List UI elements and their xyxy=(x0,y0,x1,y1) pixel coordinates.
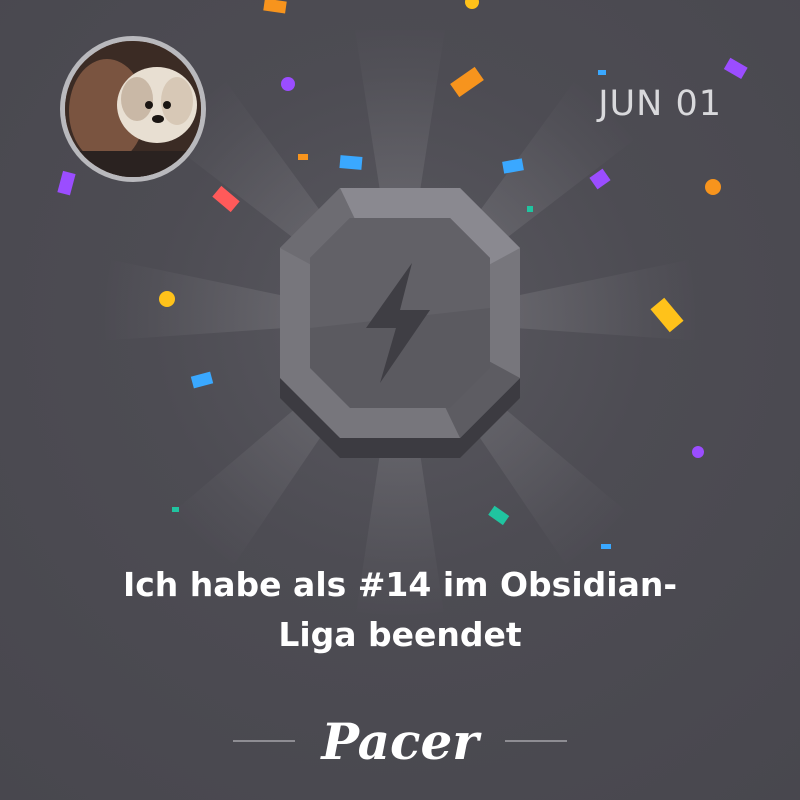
confetti-piece xyxy=(298,154,308,160)
divider-left xyxy=(233,740,296,742)
confetti-piece xyxy=(465,0,479,9)
headline: Ich habe als #14 im Obsidian- Liga beend… xyxy=(0,560,800,660)
confetti-piece xyxy=(589,168,611,190)
confetti-piece xyxy=(601,544,611,549)
confetti-piece xyxy=(263,0,287,14)
confetti-piece xyxy=(159,291,175,307)
avatar-photo xyxy=(65,41,201,177)
confetti-piece xyxy=(488,505,510,526)
share-card: JUN 01 Ich habe als #14 im Obsidian- Lig… xyxy=(0,0,800,800)
date-label: JUN 01 xyxy=(598,84,722,124)
confetti-piece xyxy=(339,155,363,170)
pacer-logo: Pacer xyxy=(321,711,479,771)
brand-footer: Pacer xyxy=(0,706,800,776)
avatar[interactable] xyxy=(60,36,206,182)
obsidian-league-badge xyxy=(280,188,520,458)
headline-line-2: Liga beendet xyxy=(278,615,522,654)
confetti-piece xyxy=(598,70,606,75)
confetti-piece xyxy=(450,66,484,98)
confetti-piece xyxy=(190,371,214,389)
confetti-piece xyxy=(705,179,721,195)
confetti-piece xyxy=(650,297,684,333)
confetti-piece xyxy=(281,77,295,91)
divider-right xyxy=(504,740,567,742)
confetti-piece xyxy=(57,170,76,196)
confetti-piece xyxy=(212,185,240,213)
confetti-piece xyxy=(172,507,179,512)
confetti-piece xyxy=(692,446,704,458)
confetti-piece xyxy=(723,57,748,80)
avatar-illustration xyxy=(65,41,201,177)
confetti-piece xyxy=(502,158,524,174)
headline-line-1: Ich habe als #14 im Obsidian- xyxy=(122,565,678,604)
